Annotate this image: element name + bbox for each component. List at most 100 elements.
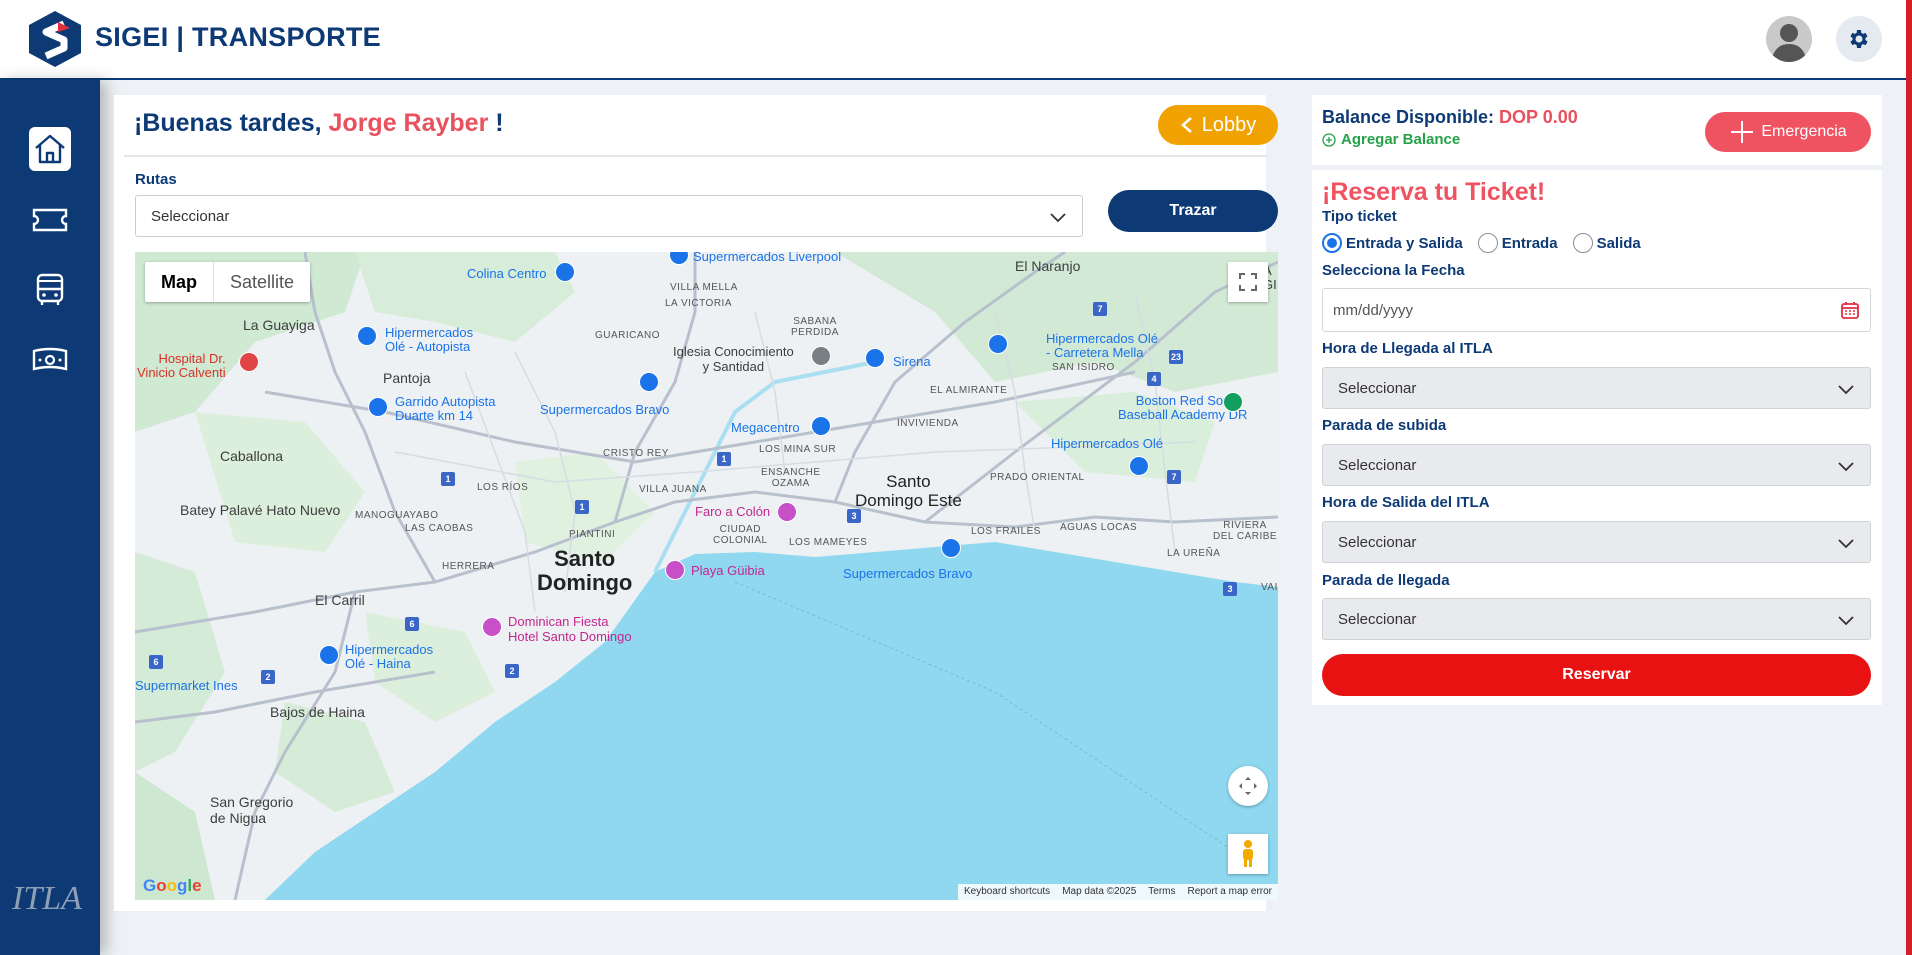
ticket-icon <box>32 208 68 232</box>
emergency-label: Emergencia <box>1761 123 1847 140</box>
map-label-san-gregorio: San Gregorio de Nigua <box>210 794 294 826</box>
radio-label: Entrada y Salida <box>1346 234 1463 252</box>
shopping-pin-icon[interactable] <box>988 334 1008 354</box>
map-label-aguas-locas: AGUAS LOCAS <box>1060 522 1138 533</box>
sidebar-item-home[interactable] <box>29 127 71 171</box>
arrival-time-select[interactable]: Seleccionar <box>1322 367 1871 409</box>
map-footer: Keyboard shortcuts Map data ©2025 Terms … <box>958 884 1278 900</box>
shopping-pin-icon[interactable] <box>639 372 659 392</box>
map-label-sabana-perdida: SABANA PERDIDA <box>791 316 839 338</box>
map-label-prado-oriental: PRADO ORIENTAL <box>990 472 1085 483</box>
map-tab-satellite[interactable]: Satellite <box>214 262 310 302</box>
shopping-pin-icon[interactable] <box>319 645 339 665</box>
sigei-logo-icon <box>29 11 81 67</box>
map-label-los-mina-sur: LOS MINA SUR <box>759 444 837 455</box>
map-label-bajos-de-haina: Bajos de Haina <box>270 704 365 720</box>
lobby-button[interactable]: Lobby <box>1158 105 1278 145</box>
radio-entrada-salida[interactable]: Entrada y Salida <box>1322 233 1463 253</box>
highway-shield-23: 23 <box>1169 350 1183 364</box>
map-label-las-caobas: LAS CAOBAS <box>405 523 474 534</box>
home-icon <box>35 134 65 164</box>
ticket-type-radios: Entrada y Salida Entrada Salida <box>1322 233 1647 253</box>
map-label-supermarket-ines: Supermarket Ines <box>135 678 238 693</box>
shopping-pin-icon[interactable] <box>811 416 831 436</box>
highway-shield-3: 3 <box>847 509 861 523</box>
radio-button[interactable] <box>1477 233 1498 253</box>
shopping-pin-icon[interactable] <box>941 538 961 558</box>
plus-circle-icon <box>1322 132 1336 147</box>
shopping-pin-icon[interactable] <box>555 262 575 282</box>
user-avatar[interactable] <box>1766 16 1812 62</box>
user-icon <box>1771 24 1807 62</box>
radio-button[interactable] <box>1322 233 1342 253</box>
greeting: ¡Buenas tardes, Jorge Rayber ! <box>134 109 504 138</box>
balance-card: Balance Disponible: DOP 0.00 Agregar Bal… <box>1312 95 1882 165</box>
highway-shield-2b: 2 <box>505 664 519 678</box>
shopping-pin-icon[interactable] <box>357 326 377 346</box>
greeting-suffix: ! <box>488 109 504 137</box>
map-tab-map[interactable]: Map <box>145 262 214 302</box>
google-logo[interactable]: Google <box>143 876 202 896</box>
map-label-santo-domingo: Santo Domingo <box>537 546 633 595</box>
sports-pin-icon[interactable] <box>1223 392 1243 412</box>
report-error-link[interactable]: Report a map error <box>1182 884 1278 900</box>
scrollbar[interactable] <box>1906 0 1912 955</box>
camera-control-button[interactable] <box>1228 766 1268 806</box>
top-header: SIGEI | TRANSPORTE <box>0 0 1912 80</box>
chevron-down-icon <box>1838 462 1854 472</box>
emergency-button[interactable]: Emergencia <box>1705 112 1871 152</box>
map-label-caballona: Caballona <box>220 448 284 464</box>
plus-icon <box>1731 121 1754 143</box>
calendar-icon[interactable] <box>1840 300 1860 320</box>
map-label-hiper-ole-autopista: Hipermercados Olé - Autopista <box>385 325 474 354</box>
terms-link[interactable]: Terms <box>1142 884 1181 900</box>
divider <box>124 155 1268 157</box>
fullscreen-button[interactable] <box>1228 262 1268 302</box>
shopping-pin-icon[interactable] <box>368 397 388 417</box>
user-name: Jorge Rayber <box>328 109 489 137</box>
pegman-icon <box>1243 840 1253 867</box>
rutas-select[interactable]: Seleccionar <box>135 195 1083 237</box>
hotel-pin-icon[interactable] <box>482 617 502 637</box>
map-label-supermercados-bravo-1: Supermercados Bravo <box>540 402 670 417</box>
map-label-ciudad-colonial: CIUDAD COLONIAL <box>713 524 768 546</box>
beach-pin-icon[interactable] <box>665 560 685 580</box>
pickup-value: Seleccionar <box>1338 456 1417 474</box>
radio-entrada[interactable]: Entrada <box>1477 233 1558 253</box>
street-view-button[interactable] <box>1228 834 1268 874</box>
bus-icon <box>36 273 64 305</box>
map-label-ensanche-ozama: ENSANCHE OZAMA <box>761 467 821 489</box>
add-balance-link[interactable]: Agregar Balance <box>1322 131 1460 148</box>
date-input[interactable]: mm/dd/yyyy <box>1322 288 1871 332</box>
keyboard-shortcuts-link[interactable]: Keyboard shortcuts <box>958 884 1056 900</box>
reservar-button[interactable]: Reservar <box>1322 654 1871 696</box>
departure-time-select[interactable]: Seleccionar <box>1322 521 1871 563</box>
chevron-down-icon <box>1838 539 1854 549</box>
trazar-button[interactable]: Trazar <box>1108 190 1278 232</box>
museum-pin-icon[interactable] <box>777 502 797 522</box>
money-icon <box>32 347 68 371</box>
dropoff-select[interactable]: Seleccionar <box>1322 598 1871 640</box>
shopping-pin-icon[interactable] <box>1129 456 1149 476</box>
map-label-vai: VAI <box>1261 582 1278 593</box>
highway-shield-1b: 1 <box>575 500 589 514</box>
radio-button[interactable] <box>1572 233 1593 253</box>
map-label-colina-centro: Colina Centro <box>467 266 547 281</box>
map-label-hospital: Hospital Dr. Vinicio Calventi <box>137 351 226 380</box>
settings-button[interactable] <box>1836 16 1882 62</box>
sidebar-item-payments[interactable] <box>30 340 70 380</box>
sidebar-item-tickets[interactable] <box>30 200 70 240</box>
sidebar-item-bus[interactable] <box>30 270 70 310</box>
fullscreen-icon <box>1239 273 1257 291</box>
map-type-toggle: Map Satellite <box>145 262 311 302</box>
map-label-garrido: Garrido Autopista Duarte km 14 <box>395 394 496 423</box>
map-view[interactable]: Santo Domingo Santo Domingo Este La Guay… <box>135 252 1278 900</box>
hospital-pin-icon[interactable] <box>239 352 259 372</box>
pickup-select[interactable]: Seleccionar <box>1322 444 1871 486</box>
church-pin-icon[interactable] <box>811 346 831 366</box>
pickup-label: Parada de subida <box>1322 417 1447 434</box>
rutas-selected-value: Seleccionar <box>151 207 230 225</box>
ticket-title: ¡Reserva tu Ticket! <box>1322 178 1546 206</box>
shopping-pin-icon[interactable] <box>865 348 885 368</box>
radio-salida[interactable]: Salida <box>1572 233 1641 253</box>
